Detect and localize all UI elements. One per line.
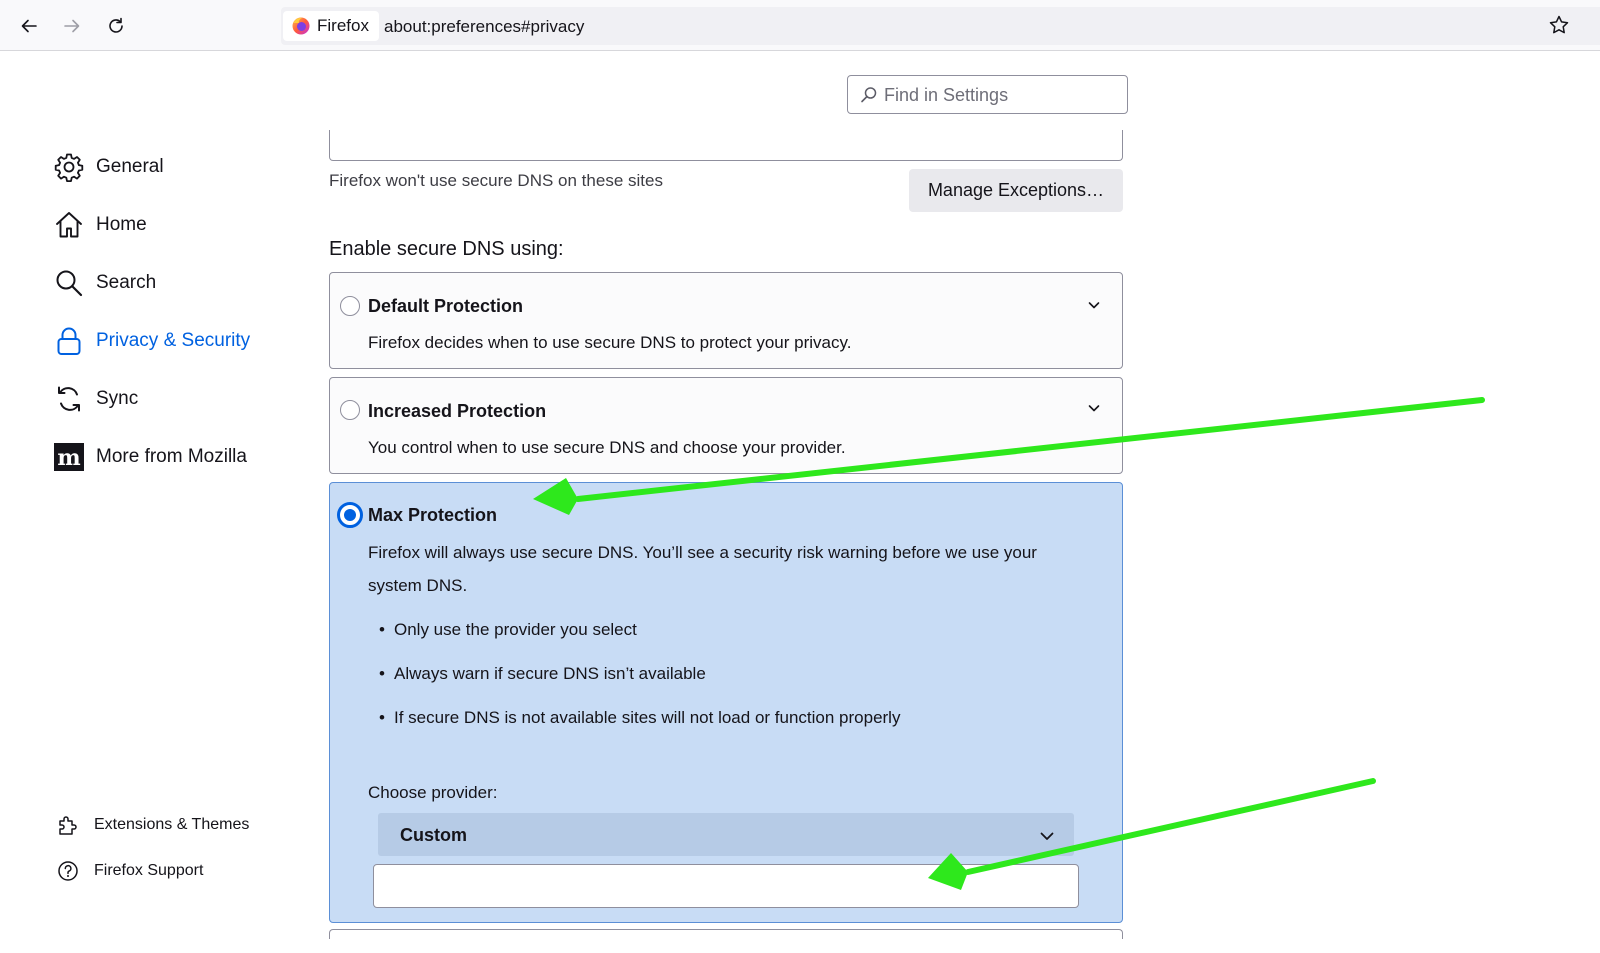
default-protection-description: Firefox decides when to use secure DNS t… (368, 333, 852, 352)
sidebar-item-label: General (96, 156, 164, 177)
max-protection-description-line2: system DNS. (368, 576, 468, 595)
bookmark-star-button[interactable] (1548, 14, 1570, 41)
manage-exceptions-button[interactable]: Manage Exceptions… (909, 169, 1123, 212)
default-protection-title: Default Protection (368, 296, 524, 316)
manage-exceptions-label: Manage Exceptions… (927, 180, 1105, 200)
max-protection-radio[interactable] (337, 502, 363, 528)
default-protection-option[interactable]: Default Protection Firefox decides when … (329, 272, 1123, 369)
increased-protection-description: You control when to use secure DNS and c… (368, 438, 846, 457)
sidebar-item-sync[interactable]: Sync (54, 381, 138, 417)
enable-secure-dns-heading: Enable secure DNS using: (329, 238, 564, 260)
custom-provider-input[interactable] (373, 864, 1079, 908)
sidebar-item-label: Home (96, 214, 147, 235)
increased-protection-title: Increased Protection (368, 401, 547, 421)
back-arrow-icon (21, 19, 37, 33)
url-bar[interactable]: Firefox about:preferences#privacy (281, 7, 1600, 45)
sidebar-item-more-from-mozilla[interactable]: m More from Mozilla (54, 439, 247, 475)
reload-icon (109, 17, 123, 33)
firefox-logo-icon (292, 17, 310, 35)
forward-arrow-icon (64, 19, 80, 33)
sidebar-footer-extensions-themes[interactable]: Extensions & Themes (56, 812, 249, 838)
list-item: Always warn if secure DNS isn’t availabl… (379, 664, 900, 708)
forward-button[interactable] (57, 11, 87, 41)
chevron-down-icon (1040, 832, 1054, 840)
reload-button[interactable] (101, 11, 131, 41)
sidebar-footer-firefox-support[interactable]: Firefox Support (56, 858, 203, 884)
sidebar-item-search[interactable]: Search (54, 265, 156, 301)
browser-toolbar: Firefox about:preferences#privacy (0, 0, 1600, 51)
provider-selected-value: Custom (400, 825, 467, 845)
default-protection-radio[interactable] (340, 296, 360, 316)
find-in-settings-input[interactable] (882, 82, 1117, 108)
exceptions-description: Firefox won't use secure DNS on these si… (329, 171, 663, 190)
mozilla-logo-icon: m (54, 442, 84, 472)
sidebar-footer-label: Firefox Support (94, 862, 204, 879)
home-icon (54, 210, 84, 240)
choose-provider-label: Choose provider: (368, 783, 498, 802)
max-protection-title: Max Protection (368, 505, 498, 525)
increased-protection-radio[interactable] (340, 400, 360, 420)
sidebar-item-general[interactable]: General (54, 149, 164, 185)
list-item: If secure DNS is not available sites wil… (379, 708, 900, 752)
search-icon (54, 268, 84, 298)
puzzle-piece-icon (59, 816, 77, 835)
chevron-down-icon[interactable] (1086, 297, 1102, 313)
search-icon (861, 87, 877, 103)
star-icon (1549, 15, 1569, 34)
sidebar-item-label: Privacy & Security (96, 330, 251, 351)
next-option-edge (329, 929, 1123, 939)
list-item: Only use the provider you select (379, 620, 900, 664)
max-protection-description-line1: Firefox will always use secure DNS. You’… (368, 543, 1037, 562)
sidebar-item-label: Search (96, 272, 157, 293)
gear-icon (54, 152, 84, 182)
exceptions-list-box (329, 130, 1123, 161)
help-icon (58, 861, 78, 881)
identity-box[interactable]: Firefox (283, 11, 379, 41)
url-text[interactable]: about:preferences#privacy (384, 17, 584, 37)
find-in-settings[interactable] (847, 75, 1128, 114)
sidebar-item-label: Sync (96, 388, 139, 409)
sidebar-footer-label: Extensions & Themes (94, 816, 250, 833)
sidebar-item-privacy-security[interactable]: Privacy & Security (54, 323, 250, 359)
max-protection-option[interactable]: Max Protection Firefox will always use s… (329, 482, 1123, 923)
sidebar-item-home[interactable]: Home (54, 207, 147, 243)
back-button[interactable] (14, 11, 44, 41)
chevron-down-icon[interactable] (1086, 400, 1102, 416)
max-protection-bullet-list: Only use the provider you select Always … (379, 620, 900, 752)
identity-label: Firefox (317, 16, 369, 35)
provider-select[interactable]: Custom (378, 813, 1074, 856)
sync-icon (54, 384, 84, 414)
sidebar-item-label: More from Mozilla (96, 446, 247, 467)
lock-icon (54, 326, 84, 356)
increased-protection-option[interactable]: Increased Protection You control when to… (329, 377, 1123, 474)
svg-text:m: m (57, 445, 80, 471)
